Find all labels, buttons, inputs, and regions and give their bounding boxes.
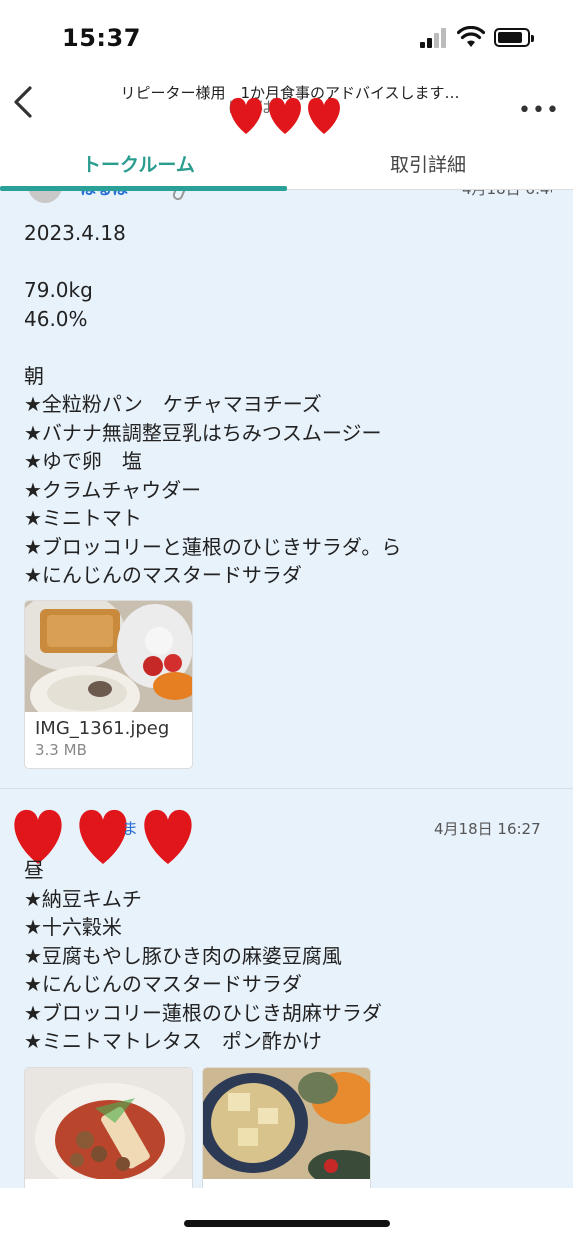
title-hearts-overlay <box>226 96 346 136</box>
attachment-thumbnail <box>25 601 192 712</box>
attachment-filesize: 3.3 MB <box>35 741 87 759</box>
attachment-thumbnail <box>25 1068 192 1179</box>
chat-header: リピーター様用 1か月食事のアドバイスします… は は ••• トークルーム 取… <box>0 70 573 191</box>
status-bar: 15:37 <box>0 0 573 70</box>
bottom-safe-area <box>0 1188 573 1240</box>
timestamp-2: 4月18日 16:27 <box>434 820 541 838</box>
attachment-thumbnail <box>203 1068 370 1179</box>
message-divider <box>0 788 573 789</box>
paperclip-icon <box>172 190 186 201</box>
active-tab-indicator <box>0 186 287 191</box>
heart-sticker-icon <box>308 97 340 134</box>
signal-icon <box>420 28 448 48</box>
wifi-icon <box>456 25 486 52</box>
attachment-image-1[interactable]: IMG_1361.jpeg 3.3 MB <box>24 600 193 769</box>
battery-icon <box>494 28 534 47</box>
more-dots-icon[interactable]: ••• <box>518 98 560 123</box>
tab-transaction-details[interactable]: 取引詳細 <box>390 150 466 177</box>
message-1-header: はるは 4月18日 6:46 <box>22 190 552 210</box>
message-2-body: 昼 ★納豆キムチ ★十六穀米 ★豆腐もやし豚ひき肉の麻婆豆腐風 ★にんじんのマス… <box>24 858 382 1053</box>
sender-name-2-fragment: ま <box>122 819 138 838</box>
timestamp-1: 4月18日 6:46 <box>462 190 552 198</box>
heart-sticker-icon <box>230 97 262 134</box>
heart-sticker-icon <box>269 97 301 134</box>
attachment-filename: IMG_1361.jpeg <box>35 718 170 739</box>
message-1-body: 2023.4.18 79.0kg 46.0% 朝 ★全粒粉パン ケチャマヨチーズ… <box>24 221 402 587</box>
attachment-image-2[interactable] <box>24 1067 193 1197</box>
tab-talkroom[interactable]: トークルーム <box>82 150 195 177</box>
status-time: 15:37 <box>62 24 141 52</box>
back-chevron-icon[interactable] <box>10 84 36 120</box>
sender-name-1: はるは <box>80 190 128 198</box>
home-indicator[interactable] <box>184 1220 390 1227</box>
attachment-image-3[interactable] <box>202 1067 371 1197</box>
